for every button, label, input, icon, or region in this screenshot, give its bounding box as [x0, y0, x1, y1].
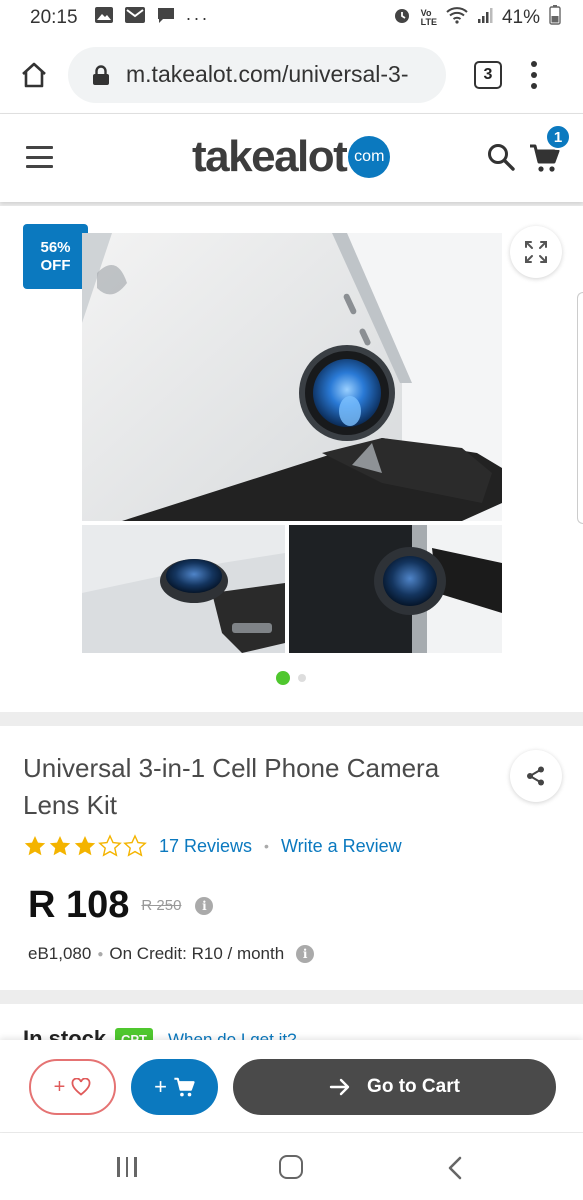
battery-icon [549, 5, 561, 31]
recent-apps-icon [134, 1157, 137, 1177]
tab-switcher-button[interactable]: 3 [474, 60, 502, 89]
add-to-wishlist-button[interactable]: + [29, 1059, 116, 1115]
hamburger-line [26, 165, 53, 168]
credit-info-icon[interactable]: i [296, 945, 315, 963]
star-empty-icon [98, 834, 122, 857]
menu-dot-icon [531, 71, 537, 78]
wishlist-plus: + [53, 1075, 66, 1098]
discount-percent: 56% [40, 238, 71, 256]
star-empty-icon [123, 834, 147, 857]
message-notification-icon [156, 6, 176, 30]
status-bar: 20:15 ··· Vo LTE 41% [0, 0, 583, 36]
recent-apps-icon [125, 1157, 128, 1177]
arrow-right-icon [329, 1078, 350, 1096]
status-time: 20:15 [30, 7, 78, 28]
mail-notification-icon [124, 6, 146, 30]
separator-dot: • [264, 838, 269, 854]
separator-dot: ● [97, 948, 104, 960]
site-header: takealot com [0, 114, 583, 202]
cart-count-badge: 1 [545, 124, 571, 150]
product-image[interactable] [82, 233, 502, 653]
fullscreen-icon [525, 241, 547, 263]
go-to-cart-label: Go to Cart [367, 1076, 460, 1097]
recent-apps-button[interactable] [117, 1157, 137, 1177]
old-price: R 250 [141, 897, 182, 914]
credit-value: On Credit: R10 / month [109, 944, 285, 963]
address-bar[interactable]: m.takealot.com/universal-3- [68, 46, 446, 103]
browser-menu-button[interactable] [530, 60, 538, 89]
product-gallery: 56% OFF [0, 206, 583, 712]
more-notifications-icon: ··· [185, 7, 210, 28]
gallery-dot[interactable] [298, 674, 306, 682]
search-icon[interactable] [486, 142, 516, 172]
stock-section: In stock CPT When do I get it? [0, 1004, 583, 1044]
hamburger-menu-button[interactable] [26, 146, 53, 168]
hamburger-line [26, 146, 53, 149]
add-plus: + [154, 1074, 167, 1099]
current-price: R 108 [28, 884, 130, 926]
wifi-icon [446, 6, 468, 30]
battery-percent: 41% [501, 7, 540, 28]
gallery-notification-icon [94, 6, 114, 30]
home-nav-button[interactable] [279, 1155, 303, 1179]
rating-row: 17 Reviews • Write a Review [23, 834, 402, 858]
discount-badge: 56% OFF [23, 224, 88, 289]
ebucks-value: eB1,080 [28, 944, 92, 963]
hamburger-line [26, 155, 53, 159]
recent-apps-icon [117, 1157, 120, 1177]
lock-icon [93, 64, 109, 85]
gallery-pagination [276, 671, 306, 685]
browser-home-button[interactable] [14, 55, 54, 95]
alarm-icon [392, 5, 412, 31]
menu-dot-icon [531, 82, 537, 89]
share-button[interactable] [510, 750, 562, 802]
star-rating [23, 834, 147, 858]
star-filled-icon [49, 836, 71, 856]
expand-image-button[interactable] [510, 226, 562, 278]
url-text: m.takealot.com/universal-3- [126, 61, 409, 87]
gallery-dot-active[interactable] [276, 671, 290, 685]
cart-icon [174, 1077, 195, 1097]
logo-badge: com [348, 136, 391, 178]
gallery-scroll-hint [577, 292, 583, 524]
action-bar: + + Go to Cart [0, 1040, 583, 1132]
product-title: Universal 3-in-1 Cell Phone Camera Lens … [23, 753, 440, 820]
share-icon [527, 766, 544, 786]
write-review-link[interactable]: Write a Review [281, 836, 402, 857]
volte-icon: Vo LTE [420, 8, 437, 27]
price-row: R 108 R 250 i [28, 884, 214, 927]
browser-toolbar: m.takealot.com/universal-3- 3 [0, 36, 583, 114]
menu-dot-icon [531, 60, 537, 67]
reviews-link[interactable]: 17 Reviews [159, 836, 252, 857]
go-to-cart-button[interactable]: Go to Cart [233, 1059, 556, 1115]
discount-off-label: OFF [40, 256, 71, 274]
price-info-icon[interactable]: i [195, 896, 214, 915]
back-arrow-icon[interactable] [446, 1155, 464, 1181]
home-icon [22, 62, 46, 87]
system-nav-bar [0, 1133, 583, 1200]
credit-row: eB1,080 ● On Credit: R10 / month i [28, 944, 315, 964]
star-filled-icon [74, 836, 96, 856]
logo-word: takealot [192, 132, 348, 181]
add-to-cart-button[interactable]: + [131, 1059, 218, 1115]
takealot-logo[interactable]: takealot com [192, 132, 391, 182]
product-info-card: Universal 3-in-1 Cell Phone Camera Lens … [0, 726, 583, 990]
heart-icon [71, 1078, 91, 1096]
star-filled-icon [24, 836, 46, 856]
signal-icon [477, 6, 493, 30]
